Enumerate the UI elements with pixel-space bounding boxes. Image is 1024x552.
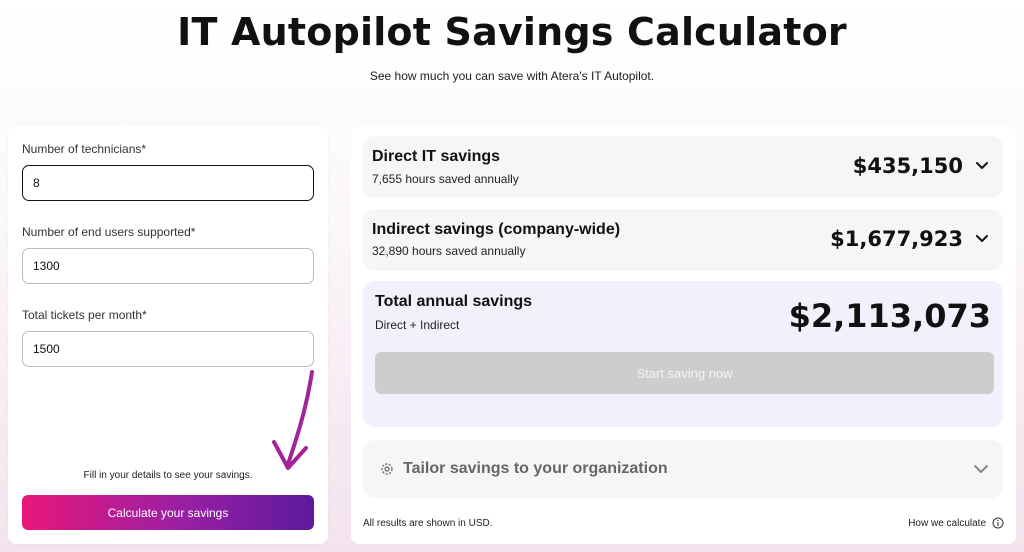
end-users-input[interactable]: [22, 248, 314, 284]
hand-drawn-arrow-icon: [272, 370, 314, 470]
tailor-savings-accordion[interactable]: Tailor savings to your organization: [363, 440, 1003, 498]
currency-note: All results are shown in USD.: [363, 518, 493, 529]
tickets-label: Total tickets per month*: [22, 308, 147, 322]
start-saving-button[interactable]: Start saving now: [375, 352, 994, 394]
tickets-input[interactable]: [22, 331, 314, 367]
indirect-savings-hours: 32,890 hours saved annually: [372, 244, 526, 258]
page-title: IT Autopilot Savings Calculator: [177, 10, 847, 54]
indirect-savings-card[interactable]: Indirect savings (company-wide) 32,890 h…: [363, 209, 1003, 271]
input-panel: Number of technicians* Number of end use…: [8, 126, 328, 544]
chevron-down-icon[interactable]: [973, 464, 989, 474]
end-users-label: Number of end users supported*: [22, 225, 196, 239]
tailor-savings-label: Tailor savings to your organization: [403, 460, 668, 477]
technicians-label: Number of technicians*: [22, 142, 147, 156]
total-savings-sub: Direct + Indirect: [375, 318, 460, 332]
how-we-calculate-link[interactable]: How we calculate: [908, 517, 1004, 529]
direct-savings-hours: 7,655 hours saved annually: [372, 172, 519, 186]
calculate-button[interactable]: Calculate your savings: [22, 495, 314, 530]
direct-savings-card[interactable]: Direct IT savings 7,655 hours saved annu…: [363, 136, 1003, 198]
gear-icon: [381, 463, 393, 475]
direct-savings-amount: $435,150: [852, 154, 963, 178]
chevron-down-icon[interactable]: [975, 234, 989, 244]
total-savings-amount: $2,113,073: [788, 297, 991, 335]
results-panel: Direct IT savings 7,655 hours saved annu…: [351, 126, 1016, 544]
indirect-savings-amount: $1,677,923: [830, 227, 963, 251]
info-icon[interactable]: [992, 517, 1004, 529]
chevron-down-icon[interactable]: [975, 161, 989, 171]
technicians-input[interactable]: [22, 165, 314, 201]
how-we-calculate-label: How we calculate: [908, 517, 986, 529]
total-savings-title: Total annual savings: [375, 293, 533, 310]
total-savings-card: Total annual savings Direct + Indirect $…: [363, 281, 1003, 427]
page-subtitle: See how much you can save with Atera's I…: [369, 69, 655, 83]
indirect-savings-title: Indirect savings (company-wide): [372, 221, 621, 238]
direct-savings-title: Direct IT savings: [372, 148, 501, 165]
